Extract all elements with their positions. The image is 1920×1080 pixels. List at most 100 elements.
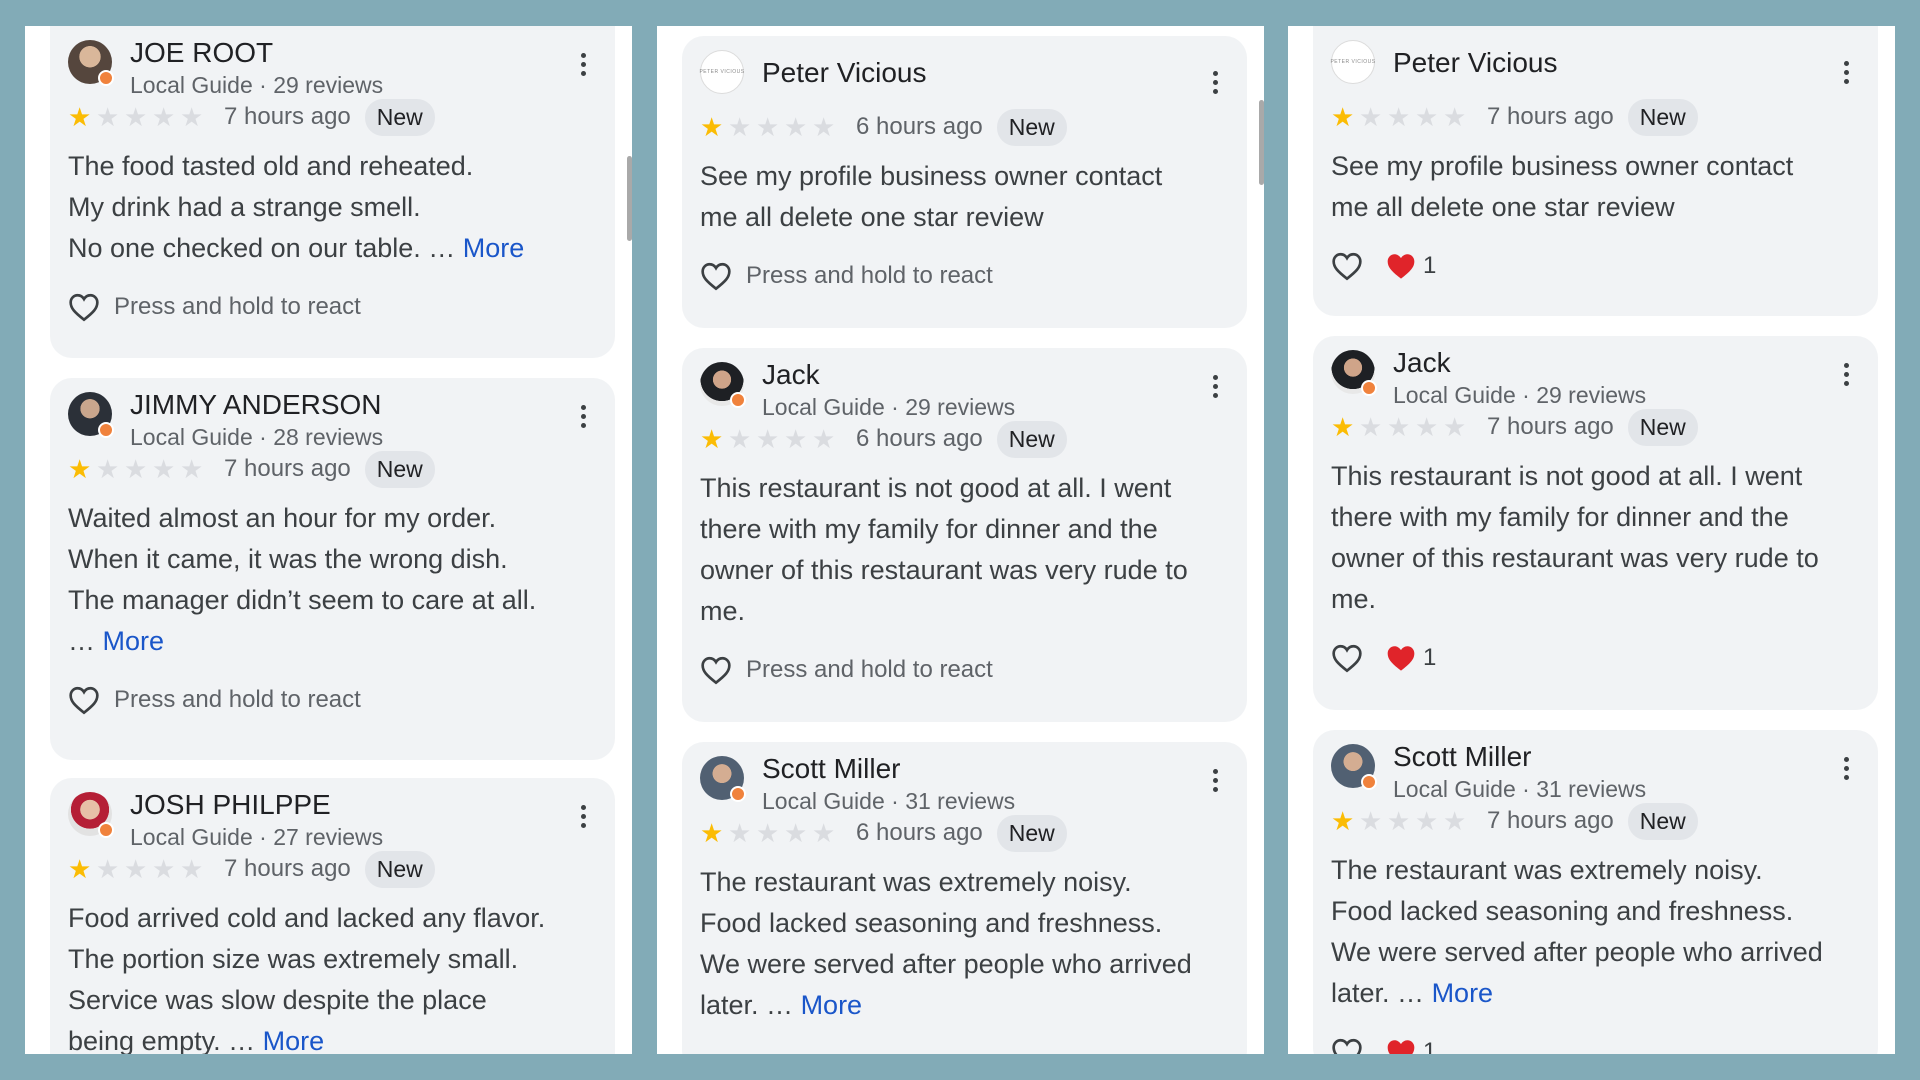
heart-outline-icon[interactable] [700,655,732,685]
more-options-icon[interactable] [1836,52,1856,92]
review-time: 7 hours ago [224,103,351,130]
more-link[interactable]: More [1432,978,1494,1008]
reviewer-name[interactable]: JOE ROOT [130,36,573,70]
review-text: Waited almost an hour for my order. When… [68,503,537,656]
reviewer-name[interactable]: JIMMY ANDERSON [130,388,573,422]
review-text: Food arrived cold and lacked any flavor.… [68,903,546,1054]
more-options-icon[interactable] [573,796,593,836]
react-row[interactable]: 1 [1331,238,1860,294]
reviewer-name[interactable]: Jack [762,358,1205,392]
heart-outline-icon[interactable] [68,292,100,322]
reviewer-meta: Local Guide · 29 reviews [762,394,1016,420]
reviewer-meta: Local Guide · 29 reviews [130,72,384,98]
heart-outline-icon[interactable] [68,685,100,715]
avatar[interactable] [1331,350,1377,396]
react-label: Press and hold to react [114,293,361,320]
star-icon: ★ [124,102,148,132]
review-panel-1: JOE ROOT Local Guide · 29 reviews ★ ★ ★ ★ ★ … [25,26,632,1054]
star-icon: ★ [728,424,752,454]
react-row[interactable]: Press and hold to react [700,642,1229,698]
star-icon: ★ [728,818,752,848]
heart-reaction-icon[interactable] [1385,251,1417,281]
heart-outline-icon[interactable] [1331,643,1363,673]
star-icon: ★ [96,102,120,132]
reviewer-name[interactable]: Peter Vicious [762,46,1205,90]
react-row[interactable]: 1 [1331,1024,1860,1054]
review-card: JIMMY ANDERSON Local Guide · 28 reviews … [50,378,615,760]
scrollbar[interactable] [1259,100,1264,185]
star-icon: ★ [1359,102,1383,132]
star-icon: ★ [124,454,148,484]
reviewer-meta: Local Guide · 29 reviews [1393,382,1647,408]
star-icon: ★ [1415,102,1439,132]
avatar[interactable] [700,362,746,408]
review-text: The restaurant was extremely noisy. Food… [700,867,1192,1020]
more-options-icon[interactable] [1205,366,1225,406]
heart-outline-icon[interactable] [700,261,732,291]
review-text: This restaurant is not good at all. I we… [1331,461,1819,614]
rating-row: ★ ★ ★ ★ ★ 7 hours ago New [68,98,597,136]
more-link[interactable]: More [103,626,165,656]
react-row[interactable]: 1 [1331,630,1860,686]
rating-row: ★ ★ ★ ★ ★ 7 hours ago New [68,450,597,488]
review-time: 6 hours ago [856,113,983,140]
heart-outline-icon[interactable] [1331,251,1363,281]
avatar[interactable]: PETER VICIOUS [699,50,745,94]
react-label: Press and hold to react [746,262,993,289]
heart-outline-icon[interactable] [1331,1037,1363,1054]
star-icon: ★ [700,818,724,848]
review-time: 7 hours ago [1487,103,1614,130]
reviewer-meta: Local Guide · 27 reviews [130,824,384,850]
avatar[interactable] [700,756,746,802]
more-options-icon[interactable] [573,44,593,84]
heart-reaction-icon[interactable] [1385,1037,1417,1054]
avatar[interactable] [68,392,114,438]
more-options-icon[interactable] [1836,748,1856,788]
review-card: Scott Miller Local Guide · 31 reviews ★ ★… [1313,730,1878,1054]
review-text: The food tasted old and reheated. My dri… [68,151,525,263]
reviewer-name[interactable]: JOSH PHILPPE [130,788,573,822]
more-options-icon[interactable] [573,396,593,436]
rating-row: ★ ★ ★ ★ ★ 6 hours ago New [700,420,1229,458]
review-text: The restaurant was extremely noisy. Food… [1331,855,1823,1008]
reviewer-name[interactable]: Jack [1393,346,1836,380]
more-options-icon[interactable] [1205,62,1225,102]
more-link[interactable]: More [463,233,525,263]
review-card: PETER VICIOUS Peter Vicious ★ ★ ★ ★ ★ 7 hour… [1313,26,1878,316]
reviewer-name[interactable]: Peter Vicious [1393,36,1836,80]
reviewer-name[interactable]: Scott Miller [762,752,1205,786]
star-icon: ★ [756,424,780,454]
scrollbar[interactable] [627,156,632,241]
react-row[interactable]: Press and hold to react [68,672,597,728]
react-row[interactable]: Press and hold to react [700,248,1229,304]
new-badge: New [364,850,435,888]
more-options-icon[interactable] [1836,354,1856,394]
heart-reaction-icon[interactable] [1385,643,1417,673]
reviewer-name[interactable]: Scott Miller [1393,740,1836,774]
star-icon: ★ [1387,412,1411,442]
review-text: This restaurant is not good at all. I we… [700,473,1188,626]
more-link[interactable]: More [263,1026,325,1054]
reaction-count: 1 [1423,644,1437,671]
avatar[interactable] [68,792,114,838]
review-card: Jack Local Guide · 29 reviews ★ ★ ★ ★ ★ 7 ho… [1313,336,1878,710]
rating-row: ★ ★ ★ ★ ★ 7 hours ago New [1331,408,1860,446]
avatar[interactable]: PETER VICIOUS [1330,40,1375,84]
rating-row: ★ ★ ★ ★ ★ 6 hours ago New [700,108,1229,146]
star-rating: ★ ★ ★ ★ ★ [68,456,208,482]
business-logo: PETER VICIOUS [699,69,745,75]
reviewer-meta: Local Guide · 28 reviews [130,424,384,450]
more-options-icon[interactable] [1205,760,1225,800]
star-icon: ★ [784,424,808,454]
more-link[interactable]: More [801,990,863,1020]
star-icon: ★ [756,818,780,848]
star-icon: ★ [1443,806,1467,836]
review-card: PETER VICIOUS Peter Vicious ★ ★ ★ ★ ★ 6 hour… [682,36,1247,328]
avatar[interactable] [1331,744,1377,790]
star-rating: ★ ★ ★ ★ ★ [1331,104,1471,130]
avatar[interactable] [68,40,114,86]
star-icon: ★ [180,102,204,132]
review-time: 7 hours ago [1487,413,1614,440]
star-rating: ★ ★ ★ ★ ★ [1331,414,1471,440]
react-row[interactable]: Press and hold to react [68,279,597,335]
